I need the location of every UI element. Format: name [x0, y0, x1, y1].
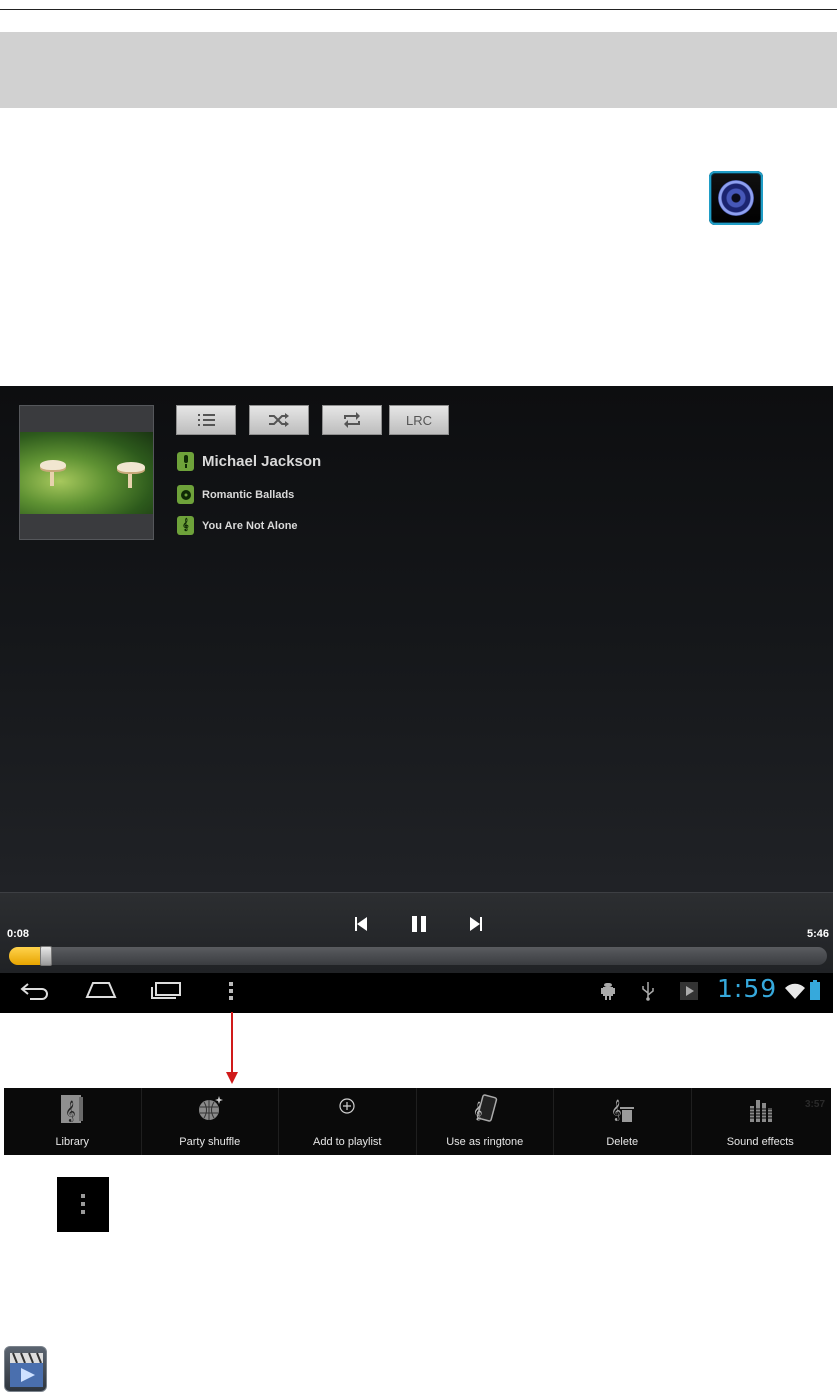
- header-rule: [0, 9, 837, 10]
- annotation-arrow-head: [226, 1072, 238, 1084]
- section-header-band: [0, 32, 837, 108]
- disc-icon: [177, 485, 194, 504]
- shuffle-button[interactable]: [249, 405, 309, 435]
- system-navigation-bar: [0, 973, 833, 1013]
- microphone-icon: [177, 452, 194, 471]
- shuffle-icon: [269, 413, 289, 427]
- android-debug-icon: [601, 983, 615, 1000]
- treble-clef-icon: 𝄞: [177, 516, 194, 535]
- wifi-icon: [785, 983, 805, 999]
- lyrics-button[interactable]: LRC: [389, 405, 449, 435]
- pause-icon[interactable]: [411, 916, 427, 932]
- seek-progress: [9, 947, 42, 965]
- menu-item-delete[interactable]: 𝄞 Delete: [554, 1088, 692, 1155]
- delete-icon: 𝄞: [611, 1100, 635, 1122]
- playlist-button[interactable]: [176, 405, 236, 435]
- music-player-screen: LRC Michael Jackson Romantic Ballads 𝄞 Y…: [0, 386, 833, 1013]
- overflow-menu-icon[interactable]: [228, 982, 234, 1000]
- queue-list-icon: [198, 414, 215, 426]
- album-row: Romantic Ballads: [177, 485, 294, 504]
- add-icon: [339, 1098, 355, 1114]
- menu-item-party-shuffle[interactable]: Party shuffle: [142, 1088, 279, 1155]
- annotation-arrow: [231, 1012, 233, 1074]
- overflow-menu-button-icon: [57, 1177, 109, 1232]
- svg-text:𝄞: 𝄞: [473, 1101, 482, 1121]
- menu-item-library[interactable]: 𝄞 Library: [4, 1088, 142, 1155]
- repeat-button[interactable]: [322, 405, 382, 435]
- equalizer-icon: [750, 1100, 773, 1122]
- status-clock: 1:59: [717, 974, 778, 1003]
- usb-icon: [642, 982, 654, 1001]
- next-track-icon[interactable]: [470, 917, 482, 931]
- album-name: Romantic Ballads: [202, 488, 295, 501]
- options-menu: 𝄞 Library Party shuffle Add to playlist …: [4, 1088, 831, 1155]
- music-app-icon: [709, 171, 763, 225]
- elapsed-time: 0:08: [7, 928, 30, 940]
- battery-icon: [810, 980, 820, 1000]
- album-art-frame: [19, 405, 154, 540]
- previous-track-icon[interactable]: [355, 917, 367, 931]
- track-name: You Are Not Alone: [202, 519, 298, 532]
- menu-item-use-as-ringtone[interactable]: 𝄞 Use as ringtone: [417, 1088, 554, 1155]
- seek-thumb[interactable]: [40, 946, 52, 966]
- video-player-app-icon: [4, 1346, 47, 1392]
- album-art: [20, 432, 153, 514]
- background-time-text: 3:57: [804, 1099, 825, 1110]
- library-icon: 𝄞: [61, 1095, 84, 1123]
- repeat-icon: [344, 412, 360, 428]
- seek-bar[interactable]: [9, 946, 827, 966]
- track-row: 𝄞 You Are Not Alone: [177, 516, 298, 535]
- back-icon[interactable]: [20, 981, 50, 1001]
- ringtone-icon: 𝄞: [473, 1094, 497, 1122]
- artist-row: Michael Jackson: [177, 452, 321, 471]
- media-playing-icon: [680, 982, 698, 1000]
- total-duration: 5:46: [806, 928, 829, 940]
- home-icon[interactable]: [85, 981, 117, 999]
- party-shuffle-icon: [198, 1096, 223, 1120]
- svg-text:𝄞: 𝄞: [611, 1100, 622, 1121]
- menu-item-add-to-playlist[interactable]: Add to playlist: [279, 1088, 417, 1155]
- artist-name: Michael Jackson: [202, 453, 322, 470]
- svg-text:𝄞: 𝄞: [65, 1101, 76, 1122]
- recent-apps-icon[interactable]: [150, 981, 182, 999]
